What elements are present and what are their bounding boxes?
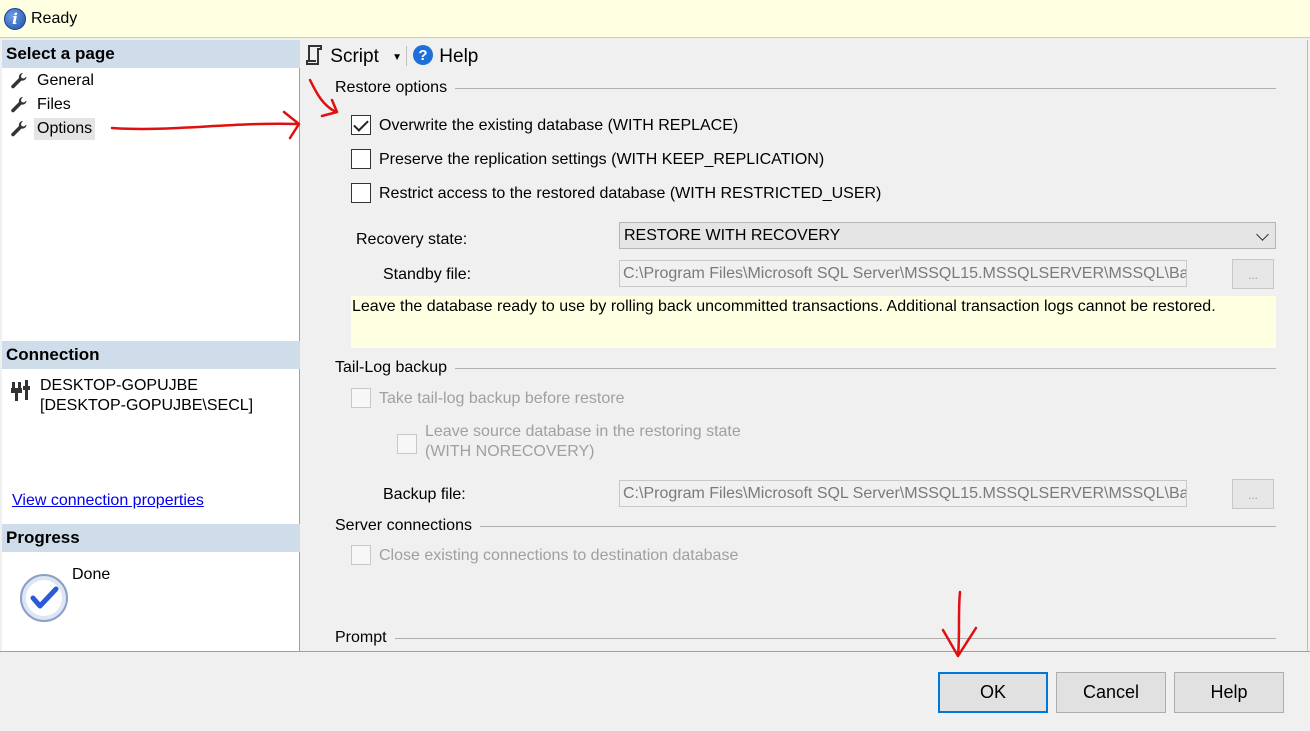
page-item-general[interactable]: General [10, 70, 97, 92]
done-check-icon [20, 574, 68, 622]
dialog-button-bar: OK Cancel Help [0, 651, 1310, 731]
restore-options-divider [341, 88, 1276, 89]
server-connections-title: Server connections [335, 517, 480, 535]
cancel-button[interactable]: Cancel [1056, 672, 1166, 713]
page-item-files[interactable]: Files [10, 94, 74, 116]
chevron-down-icon [1256, 228, 1269, 241]
overwrite-label: Overwrite the existing database (WITH RE… [379, 117, 739, 134]
preserve-replication-checkbox[interactable] [351, 149, 371, 169]
page-item-label: Files [37, 96, 71, 113]
preserve-replication-label: Preserve the replication settings (WITH … [379, 151, 825, 168]
page-item-options[interactable]: Options [10, 118, 96, 140]
help-button[interactable]: ? Help [412, 44, 478, 68]
connection-user: [DESKTOP-GOPUJBE\SECL] [40, 397, 254, 414]
page-item-label: Options [34, 118, 96, 140]
help-label: Help [439, 46, 479, 67]
standby-file-label: Standby file: [383, 266, 472, 283]
status-bar: i Ready [0, 0, 1310, 38]
leave-source-checkbox[interactable] [397, 434, 417, 454]
left-panel: Select a page General Files Options Conn… [2, 40, 300, 651]
backup-file-browse-button[interactable]: ... [1232, 479, 1274, 509]
toolbar: Script ▼ ? Help [301, 40, 1307, 72]
script-icon [306, 45, 322, 65]
help-dialog-button[interactable]: Help [1174, 672, 1284, 713]
wrench-icon [11, 96, 27, 113]
prompt-title: Prompt [335, 629, 395, 647]
recovery-state-description: Leave the database ready to use by rolli… [351, 296, 1276, 348]
connection-plug-icon [11, 380, 30, 401]
script-label: Script [330, 46, 379, 67]
tail-log-divider [341, 368, 1276, 369]
info-icon: i [4, 8, 26, 30]
restrict-access-checkbox[interactable] [351, 183, 371, 203]
take-tail-log-label: Take tail-log backup before restore [379, 390, 625, 407]
page-item-label: General [37, 72, 94, 89]
progress-header: Progress [2, 524, 300, 552]
connection-server: DESKTOP-GOPUJBE [40, 377, 198, 394]
wrench-icon [11, 120, 27, 137]
script-dropdown-icon[interactable]: ▼ [392, 52, 402, 63]
overwrite-checkbox[interactable] [351, 115, 371, 135]
tail-log-title: Tail-Log backup [335, 359, 456, 377]
progress-status: Done [72, 566, 111, 583]
connection-header: Connection [2, 341, 300, 369]
close-connections-checkbox[interactable] [351, 545, 371, 565]
view-connection-properties-link[interactable]: View connection properties [12, 492, 204, 510]
leave-source-line1: Leave source database in the restoring s… [425, 423, 741, 440]
ok-button[interactable]: OK [938, 672, 1048, 713]
recovery-state-value: RESTORE WITH RECOVERY [624, 227, 841, 244]
take-tail-log-checkbox[interactable] [351, 388, 371, 408]
toolbar-separator [406, 46, 407, 66]
connection-info: DESKTOP-GOPUJBE [DESKTOP-GOPUJBE\SECL] [40, 376, 253, 416]
leave-source-label: Leave source database in the restoring s… [425, 422, 741, 462]
help-icon: ? [413, 45, 433, 65]
select-page-header: Select a page [2, 40, 300, 68]
script-button[interactable]: Script ▼ [305, 44, 402, 68]
recovery-state-label: Recovery state: [356, 231, 468, 248]
wrench-icon [11, 72, 27, 89]
close-connections-label: Close existing connections to destinatio… [379, 547, 739, 564]
recovery-state-select[interactable]: RESTORE WITH RECOVERY [619, 222, 1276, 249]
backup-file-label: Backup file: [383, 486, 466, 503]
server-connections-divider [341, 526, 1276, 527]
options-panel: Script ▼ ? Help Restore options Overwrit… [301, 40, 1308, 651]
restrict-access-label: Restrict access to the restored database… [379, 185, 882, 202]
standby-file-browse-button[interactable]: ... [1232, 259, 1274, 289]
backup-file-input[interactable]: C:\Program Files\Microsoft SQL Server\MS… [619, 480, 1187, 507]
status-text: Ready [31, 10, 78, 27]
restore-options-title: Restore options [335, 79, 456, 97]
svg-text:?: ? [418, 47, 427, 64]
prompt-divider [341, 638, 1276, 639]
standby-file-input[interactable]: C:\Program Files\Microsoft SQL Server\MS… [619, 260, 1187, 287]
leave-source-line2: (WITH NORECOVERY) [425, 443, 595, 460]
